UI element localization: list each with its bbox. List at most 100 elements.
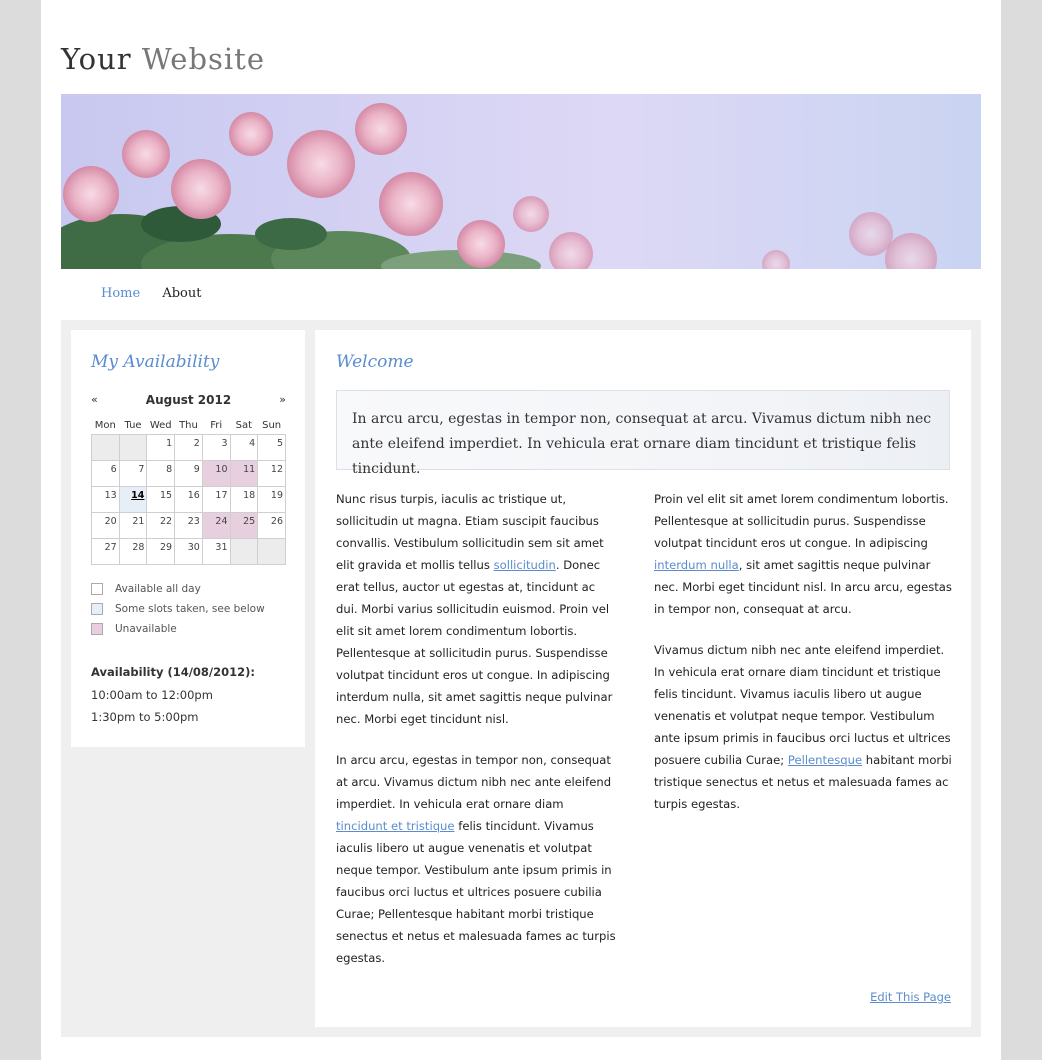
calendar-day-number: 23	[187, 516, 200, 527]
legend-swatch-partial	[91, 603, 103, 615]
calendar-day-number: 5	[276, 438, 283, 449]
calendar-day-cell[interactable]: 18	[229, 486, 259, 513]
calendar-day-number: 1	[166, 438, 173, 449]
paragraph: Nunc risus turpis, iaculis ac tristique …	[336, 488, 616, 730]
calendar-week-row: 20 21 22 23 24 25 26	[91, 512, 286, 539]
weekday-header: Wed	[149, 420, 172, 431]
calendar-day-cell[interactable]: 1	[146, 434, 176, 461]
calendar-day-number: 22	[160, 516, 173, 527]
calendar-day-cell[interactable]: 25	[229, 512, 259, 539]
calendar-day-cell[interactable]: 16	[174, 486, 203, 513]
calendar-day-cell[interactable]: 30	[174, 538, 203, 565]
inline-link[interactable]: interdum nulla	[654, 558, 739, 572]
calendar-day-number: 17	[215, 490, 228, 501]
calendar-empty-cell	[91, 434, 120, 461]
calendar-day-cell[interactable]: 17	[201, 486, 231, 513]
calendar-day-number: 25	[243, 516, 256, 527]
inline-link[interactable]: sollicitudin	[494, 558, 556, 572]
calendar-day-cell[interactable]: 15	[146, 486, 176, 513]
nav-link-home[interactable]: Home	[101, 286, 140, 301]
calendar-day-number: 13	[104, 490, 117, 501]
paragraph-text: Vivamus dictum nibh nec ante eleifend im…	[654, 643, 951, 767]
calendar-week-row: 27 28 29 30 31	[91, 538, 286, 565]
calendar-day-cell[interactable]: 3	[201, 434, 231, 461]
calendar-day-cell[interactable]: 26	[257, 512, 286, 539]
calendar-day-number: 12	[270, 464, 283, 475]
calendar-week-row: 1 2 3 4 5	[91, 434, 286, 461]
page-title: Welcome	[336, 352, 414, 372]
calendar-grid: Mon Tue Wed Thu Fri Sat Sun 1 2 3 4 5 6 7 8 9 10 1…	[91, 417, 286, 565]
calendar-day-cell[interactable]: 8	[146, 460, 176, 487]
site-title-word2: Website	[141, 42, 265, 76]
calendar-day-number: 14	[131, 490, 145, 501]
calendar-day-cell[interactable]: 6	[91, 460, 120, 487]
calendar-prev-month-button[interactable]: «	[91, 393, 98, 406]
paragraph-text: Proin vel elit sit amet lorem condimentu…	[654, 492, 949, 550]
calendar-header: August 2012 « »	[91, 393, 286, 409]
weekday-header: Tue	[124, 420, 142, 431]
legend-label: Some slots taken, see below	[115, 603, 265, 615]
legend-label: Available all day	[115, 583, 201, 595]
calendar-day-cell[interactable]: 31	[201, 538, 231, 565]
calendar-day-cell[interactable]: 9	[174, 460, 203, 487]
calendar-day-number: 20	[104, 516, 117, 527]
paragraph-text: . Donec erat tellus, auctor ut egestas a…	[336, 558, 613, 726]
legend-swatch-unavailable	[91, 623, 103, 635]
site-title-word1: Your	[61, 42, 132, 76]
content-column-right: Proin vel elit sit amet lorem condimentu…	[654, 488, 954, 834]
edit-page-link[interactable]: Edit This Page	[870, 990, 951, 1004]
content-column-left: Nunc risus turpis, iaculis ac tristique …	[336, 488, 616, 988]
calendar-day-cell[interactable]: 28	[118, 538, 148, 565]
calendar-week-row: 6 7 8 9 10 11 12	[91, 460, 286, 487]
paragraph-text: In arcu arcu, egestas in tempor non, con…	[336, 753, 612, 811]
calendar-day-cell[interactable]: 7	[118, 460, 148, 487]
main-nav: Home About	[101, 286, 219, 301]
paragraph: Vivamus dictum nibh nec ante eleifend im…	[654, 639, 954, 815]
calendar-day-number: 9	[193, 464, 200, 475]
calendar-day-number: 21	[132, 516, 145, 527]
calendar-day-number: 24	[215, 516, 228, 527]
calendar-day-cell[interactable]: 23	[174, 512, 203, 539]
calendar-empty-cell	[257, 538, 286, 565]
calendar-empty-cell	[229, 538, 259, 565]
calendar-day-cell[interactable]: 5	[257, 434, 286, 461]
calendar-day-cell[interactable]: 27	[91, 538, 120, 565]
calendar-day-cell[interactable]: 12	[257, 460, 286, 487]
calendar-day-cell[interactable]: 21	[118, 512, 148, 539]
calendar-next-month-button[interactable]: »	[279, 393, 286, 406]
weekday-header: Mon	[94, 420, 116, 431]
calendar-day-number: 26	[270, 516, 283, 527]
site-title[interactable]: Your Website	[61, 42, 265, 76]
paragraph: Proin vel elit sit amet lorem condimentu…	[654, 488, 954, 620]
calendar-day-cell[interactable]: 20	[91, 512, 120, 539]
calendar-day-number: 30	[187, 542, 200, 553]
widget-title: My Availability	[91, 352, 220, 372]
calendar-day-number: 31	[215, 542, 228, 553]
calendar-day-cell[interactable]: 10	[201, 460, 231, 487]
calendar-month-label: August 2012	[145, 393, 232, 407]
calendar-day-cell[interactable]: 2	[174, 434, 203, 461]
calendar-day-number: 29	[160, 542, 173, 553]
calendar-day-number: 27	[104, 542, 117, 553]
nav-link-about[interactable]: About	[162, 286, 201, 301]
legend-swatch-available	[91, 583, 103, 595]
inline-link[interactable]: Pellentesque	[788, 753, 862, 767]
calendar-day-cell[interactable]: 19	[257, 486, 286, 513]
calendar-day-cell[interactable]: 29	[146, 538, 176, 565]
calendar-day-cell[interactable]: 22	[146, 512, 176, 539]
header-banner-image	[61, 94, 981, 269]
calendar-day-cell[interactable]: 13	[91, 486, 120, 513]
calendar-day-cell[interactable]: 11	[229, 460, 259, 487]
inline-link[interactable]: tincidunt et tristique	[336, 819, 455, 833]
paragraph: In arcu arcu, egestas in tempor non, con…	[336, 749, 616, 969]
page: Your Website Home About My Availability …	[41, 0, 1001, 1060]
calendar-day-number: 8	[166, 464, 173, 475]
availability-slot: 1:30pm to 5:00pm	[91, 710, 199, 724]
calendar-day-number: 4	[249, 438, 256, 449]
availability-date-heading: Availability (14/08/2012):	[91, 665, 255, 679]
calendar-day-cell[interactable]: 24	[201, 512, 231, 539]
calendar-day-cell[interactable]: 14	[118, 486, 148, 513]
calendar-day-cell[interactable]: 4	[229, 434, 259, 461]
calendar-day-number: 19	[270, 490, 283, 501]
calendar-day-number: 11	[243, 464, 256, 475]
